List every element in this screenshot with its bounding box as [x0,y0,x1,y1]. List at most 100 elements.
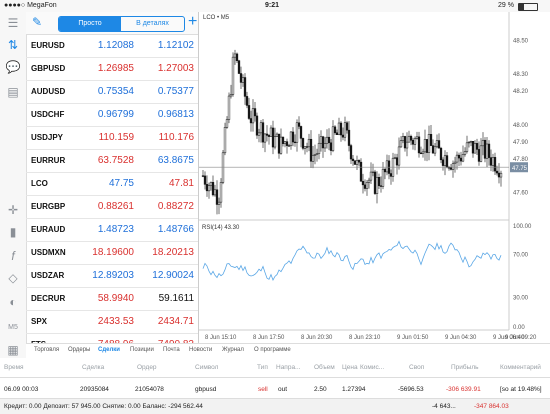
quote-row[interactable]: LCO 47.75 47.81 [26,172,198,196]
candle-body [311,154,315,162]
candle-body [271,127,275,148]
quote-ask: 1.27003 [157,63,194,74]
quote-row[interactable]: USDJPY 110.159 110.176 [26,126,198,150]
quote-row[interactable]: DECRUR 58.9940 59.1611 [26,287,198,311]
tab-0[interactable]: Торговля [34,347,59,353]
tab-5[interactable]: Новости [189,347,212,353]
candle-body [361,181,365,186]
quote-ask: 0.96813 [157,109,194,120]
candle-body [499,172,503,178]
quote-row[interactable]: USDCHF 0.96799 0.96813 [26,103,198,127]
candle-body [493,157,497,172]
chart-type-icon[interactable]: ▮ [5,224,21,240]
rsi-indicator-label: RSI(14) 43.30 [202,225,240,231]
candle-body [333,126,337,133]
candle-body [221,152,225,183]
price-tick-label: 48.30 [513,72,529,78]
candle-body [313,154,317,156]
document-icon[interactable]: ▤ [5,84,21,100]
candle-body [401,136,405,141]
column-header[interactable]: Тип [257,364,268,371]
tab-4[interactable]: Почта [163,347,180,353]
candle-body [297,122,301,127]
tab-7[interactable]: О программе [254,347,291,353]
quote-row[interactable]: USDZAR 12.89203 12.90024 [26,264,198,288]
column-header[interactable]: Ордер [137,364,157,371]
quote-row[interactable]: EURRUR 63.7528 63.8675 [26,149,198,173]
quote-row[interactable]: EURGBP 0.88261 0.88272 [26,195,198,219]
quote-symbol: USDJPY [31,133,64,142]
candle-body [321,136,325,149]
candle-body [201,175,205,177]
quote-row[interactable]: EURAUD 1.48723 1.48766 [26,218,198,242]
indicators-icon[interactable]: f [5,248,21,264]
quote-row[interactable]: SPX 2433.53 2434.71 [26,310,198,334]
column-header[interactable]: Сделка [82,364,104,371]
calendar-icon[interactable]: ▦ [5,342,21,358]
quote-ask: 1.12102 [157,40,194,51]
menu-icon[interactable]: ☰ [5,15,21,31]
candle-body [283,141,287,144]
candle-body [497,172,501,178]
time-tick-label: 9 Jun 04:30 [445,335,477,341]
battery-icon [518,3,538,11]
clock: 9:21 [265,2,280,9]
trade-icon[interactable]: ◐ [5,294,21,310]
column-header[interactable]: Цена [342,364,358,371]
column-header[interactable]: Своп [409,364,424,371]
candle-body [287,145,291,147]
edit-icon[interactable]: ✎ [32,15,42,29]
column-header[interactable]: Напра... [276,364,300,371]
column-header[interactable]: Комис... [360,364,384,371]
candle-body [395,157,399,166]
price-tick-label: 48.20 [513,89,529,95]
chat-icon[interactable]: 💬 [5,59,21,75]
tab-1[interactable]: Ордеры [68,347,90,353]
tab-simple[interactable]: Просто [59,17,121,31]
quote-bid: 63.7528 [97,155,134,166]
candle-body [461,154,465,162]
candle-body [245,96,249,106]
chart-canvas[interactable]: 47.75 48.50 48.30 48.20 48.00 47.90 47.80 47.60… [199,12,550,343]
column-header[interactable]: Время [4,364,24,371]
quote-ask: 18.20213 [152,247,194,258]
quote-symbol: USDZAR [31,271,65,280]
column-header[interactable]: Символ [195,364,218,371]
quote-row[interactable]: USDMXN 18.19600 18.20213 [26,241,198,265]
candle-body [285,141,289,146]
crosshair-icon[interactable]: ✛ [5,202,21,218]
tab-3[interactable]: Позиции [130,347,154,353]
candle-body [371,171,375,174]
candle-body [377,177,381,186]
column-header[interactable]: Объем [314,364,335,371]
quote-symbol: SPX [31,317,48,326]
candle-body [381,168,385,187]
column-header[interactable]: Прибыль [451,364,479,371]
quote-row[interactable]: EURUSD 1.12088 1.12102 [26,34,198,58]
price-chart[interactable]: 47.75 48.50 48.30 48.20 48.00 47.90 47.80 47.60… [198,12,550,343]
add-symbol-button[interactable]: + [188,13,197,31]
candle-body [465,142,469,152]
candle-body [209,182,213,186]
quote-symbol: EURGBP [31,202,66,211]
quotes-icon[interactable]: ⇅ [5,37,21,53]
quote-row[interactable]: GBPUSD 1.26985 1.27003 [26,57,198,81]
candle-body [351,158,355,161]
candle-body [293,141,297,144]
candle-body [231,56,235,95]
objects-icon[interactable]: ◇ [5,270,21,286]
quote-symbol: EURAUD [31,225,66,234]
tab-6[interactable]: Журнал [222,347,244,353]
tab-detailed[interactable]: В деталях [121,17,184,31]
battery-percent: 29 % [498,2,514,9]
candle-body [443,155,447,166]
candle-body [319,136,323,144]
timeframe-icon[interactable]: M5 [5,320,21,336]
quote-ask: 0.75377 [157,86,194,97]
column-header[interactable]: Комментарий [500,364,541,371]
candle-body [269,127,273,137]
quote-symbol: EURUSD [31,41,65,50]
tab-2[interactable]: Сделки [98,347,120,353]
quote-ask: 2434.71 [157,316,194,327]
quote-row[interactable]: AUDUSD 0.75354 0.75377 [26,80,198,104]
